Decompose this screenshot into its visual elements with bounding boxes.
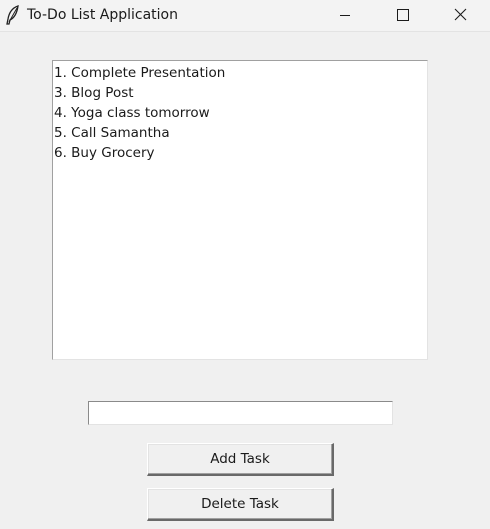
- task-item[interactable]: 5. Call Samantha: [53, 123, 427, 143]
- task-entry-input[interactable]: [88, 401, 393, 425]
- task-listbox[interactable]: 1. Complete Presentation 3. Blog Post 4.…: [52, 60, 428, 360]
- title-bar[interactable]: To-Do List Application: [0, 0, 490, 32]
- minimize-icon: [340, 15, 350, 16]
- close-icon: [454, 8, 467, 21]
- feather-icon: [5, 5, 21, 25]
- task-list: 1. Complete Presentation 3. Blog Post 4.…: [53, 61, 427, 163]
- task-item[interactable]: 4. Yoga class tomorrow: [53, 103, 427, 123]
- close-button[interactable]: [437, 0, 483, 31]
- task-item[interactable]: 3. Blog Post: [53, 83, 427, 103]
- minimize-button[interactable]: [322, 0, 368, 31]
- add-task-button[interactable]: Add Task: [147, 443, 334, 476]
- task-item[interactable]: 1. Complete Presentation: [53, 63, 427, 83]
- maximize-icon: [397, 9, 409, 21]
- maximize-button[interactable]: [379, 0, 425, 31]
- delete-task-button[interactable]: Delete Task: [147, 488, 334, 521]
- task-item[interactable]: 6. Buy Grocery: [53, 143, 427, 163]
- window-title: To-Do List Application: [27, 7, 178, 23]
